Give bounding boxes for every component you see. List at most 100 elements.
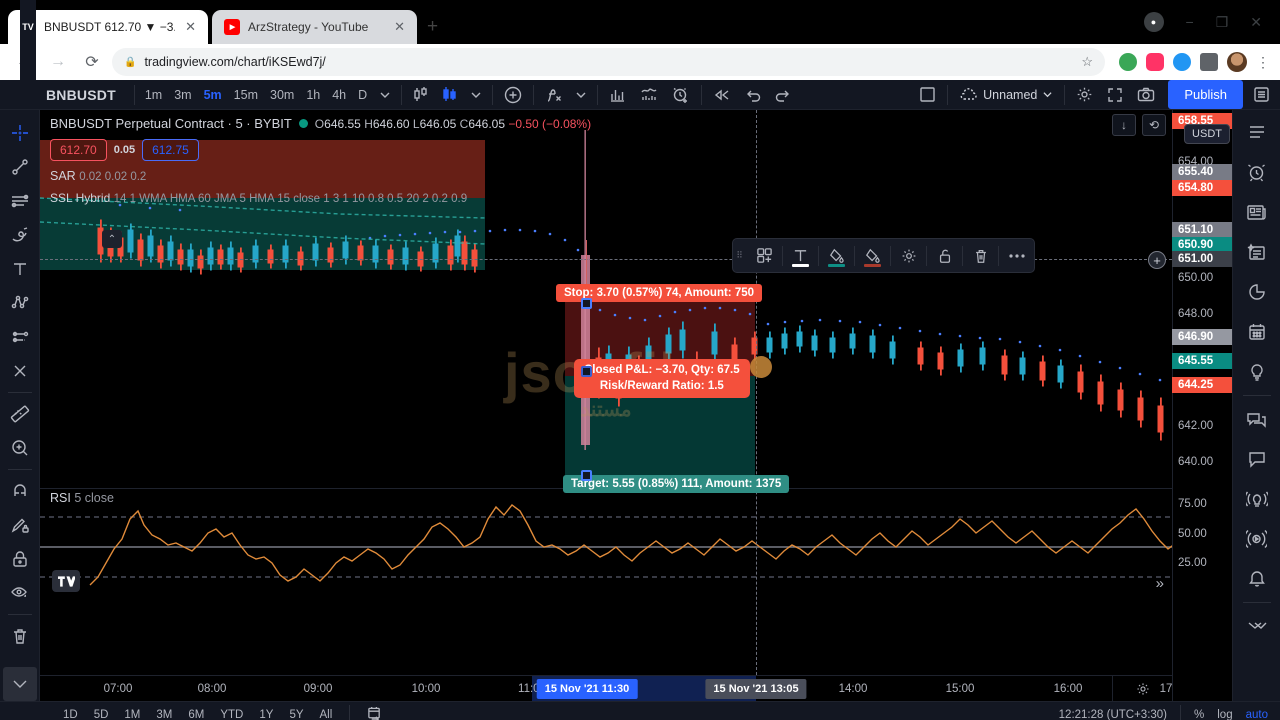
timeframe-5m[interactable]: 5m	[198, 84, 228, 106]
chevron-down-icon[interactable]	[373, 90, 397, 100]
layout-grid-icon[interactable]	[912, 86, 943, 103]
position-target-label[interactable]: Target: 5.55 (0.85%) 111, Amount: 1375	[563, 475, 790, 493]
reset-chart-icon[interactable]: ⟲	[1142, 114, 1166, 136]
new-tab-button[interactable]: +	[427, 16, 438, 38]
calendar-icon[interactable]	[1237, 312, 1277, 352]
stream-icon[interactable]	[1237, 519, 1277, 559]
drag-handle-icon[interactable]: ⠿	[733, 250, 747, 261]
timeframe-30m[interactable]: 30m	[264, 84, 300, 106]
magnet-icon[interactable]	[3, 474, 37, 508]
avatar[interactable]	[1227, 52, 1247, 72]
fullscreen-icon[interactable]	[1100, 87, 1130, 103]
replay-icon[interactable]	[706, 88, 738, 102]
remove-drawings-icon[interactable]	[3, 354, 37, 388]
pie-chart-icon[interactable]	[1237, 272, 1277, 312]
public-chat-icon[interactable]	[1237, 399, 1277, 439]
auto-scale-button[interactable]: auto	[1246, 709, 1268, 720]
fill-color-red-icon[interactable]	[855, 239, 890, 272]
redo-icon[interactable]	[768, 88, 798, 102]
menu-kebab-icon[interactable]: ⋮	[1256, 54, 1270, 71]
add-drawing-knob-icon[interactable]: +	[1148, 251, 1166, 269]
ideas-lightbulb-icon[interactable]	[1237, 352, 1277, 392]
forward-icon[interactable]: →	[44, 48, 72, 76]
profile-chip-icon[interactable]: ●	[1143, 12, 1164, 32]
notifications-bell-icon[interactable]	[1237, 559, 1277, 599]
hide-drawings-eye-icon[interactable]	[3, 576, 37, 610]
horizontal-lines-icon[interactable]	[3, 184, 37, 218]
forecast-icon[interactable]	[3, 320, 37, 354]
publish-button[interactable]: Publish	[1168, 80, 1243, 109]
address-bar[interactable]: 🔒 tradingview.com/chart/iKSEwd7j/ ☆	[112, 48, 1105, 76]
collapse-right-panel-icon[interactable]	[1237, 606, 1277, 646]
close-icon[interactable]: ✕	[183, 19, 198, 35]
range-YTD[interactable]: YTD	[213, 705, 250, 720]
timeframe-4h[interactable]: 4h	[326, 84, 352, 106]
currency-badge[interactable]: USDT	[1184, 124, 1230, 144]
right-panel-toggle-icon[interactable]	[1243, 86, 1280, 103]
position-drag-handle[interactable]	[750, 356, 772, 378]
settings-gear-icon[interactable]	[891, 239, 926, 272]
brush-icon[interactable]	[3, 218, 37, 252]
chart-canvas[interactable]: Stop: 3.70 (0.57%) 74, Amount: 750 Close…	[40, 110, 1172, 675]
add-compare-icon[interactable]	[497, 86, 529, 104]
extension-icon-blue[interactable]	[1173, 53, 1191, 71]
news-icon[interactable]	[1237, 192, 1277, 232]
position-stop-anchor[interactable]	[581, 298, 592, 309]
timeframe-15m[interactable]: 15m	[228, 84, 264, 106]
time-scale-settings-icon[interactable]	[1112, 675, 1172, 702]
scroll-to-realtime-icon[interactable]: ↓	[1112, 114, 1136, 136]
legend-collapse-icon[interactable]: ⌃	[102, 230, 122, 248]
go-to-date-icon[interactable]	[360, 702, 389, 720]
pattern-icon[interactable]	[3, 286, 37, 320]
text-color-icon[interactable]	[783, 239, 818, 272]
position-pnl-label[interactable]: Closed P&L: −3.70, Qty: 67.5 Risk/Reward…	[574, 359, 750, 399]
range-1D[interactable]: 1D	[56, 705, 85, 720]
candle-style-icon[interactable]	[406, 86, 435, 103]
measure-ruler-icon[interactable]	[3, 397, 37, 431]
close-icon[interactable]: ✕	[392, 19, 407, 35]
snapshot-camera-icon[interactable]	[1130, 87, 1162, 102]
range-6M[interactable]: 6M	[181, 705, 211, 720]
text-tool-icon[interactable]	[3, 252, 37, 286]
timeframe-D[interactable]: D	[352, 84, 373, 106]
range-5Y[interactable]: 5Y	[282, 705, 310, 720]
timeframe-1h[interactable]: 1h	[300, 84, 326, 106]
bar-chart-icon[interactable]	[602, 86, 633, 103]
fill-color-teal-icon[interactable]	[819, 239, 854, 272]
alerts-clock-icon[interactable]	[1237, 152, 1277, 192]
price-scale[interactable]: 658.55 USDT 655.40 654.80 654.00 651.10 …	[1172, 110, 1232, 701]
position-target-anchor[interactable]	[581, 470, 592, 481]
range-1Y[interactable]: 1Y	[252, 705, 280, 720]
notes-icon[interactable]	[1237, 232, 1277, 272]
bookmark-star-icon[interactable]: ☆	[1081, 54, 1093, 70]
trash-icon[interactable]	[3, 619, 37, 653]
strategy-chart-icon[interactable]	[633, 86, 665, 103]
extension-icon-red[interactable]	[1146, 53, 1164, 71]
timeframe-1m[interactable]: 1m	[139, 84, 168, 106]
extension-icon-green[interactable]	[1119, 53, 1137, 71]
alert-clock-icon[interactable]	[665, 86, 697, 104]
symbol-button[interactable]: BNBUSDT	[40, 87, 130, 103]
undo-icon[interactable]	[738, 88, 768, 102]
scroll-right-icon[interactable]: »	[1156, 575, 1164, 592]
watchlist-icon[interactable]	[1237, 112, 1277, 152]
browser-tab-tradingview[interactable]: TV BNBUSDT 612.70 ▼ −3.23% Unn ✕	[8, 0, 208, 347]
chevron-down-icon[interactable]	[464, 90, 488, 100]
private-chat-icon[interactable]	[1237, 439, 1277, 479]
percent-scale-button[interactable]: %	[1194, 709, 1204, 720]
broadcast-icon[interactable]	[1237, 479, 1277, 519]
clock-time[interactable]: 12:21:28 (UTC+3:30)	[1059, 709, 1167, 720]
time-scale[interactable]: 07:00 08:00 09:00 10:00 11:00 14:00 15:0…	[40, 675, 1188, 702]
layout-name-button[interactable]: Unnamed	[952, 88, 1060, 102]
range-5D[interactable]: 5D	[87, 705, 116, 720]
position-entry-anchor[interactable]	[581, 366, 592, 377]
range-3M[interactable]: 3M	[149, 705, 179, 720]
puzzle-icon[interactable]	[1200, 53, 1218, 71]
maximize-button[interactable]: ❐	[1216, 14, 1229, 31]
crosshair-icon[interactable]	[3, 116, 37, 150]
trash-icon[interactable]	[963, 239, 998, 272]
reload-icon[interactable]: ⟳	[78, 48, 106, 76]
bar-style-icon[interactable]	[435, 86, 464, 103]
trend-line-icon[interactable]	[3, 150, 37, 184]
unlock-icon[interactable]	[927, 239, 962, 272]
